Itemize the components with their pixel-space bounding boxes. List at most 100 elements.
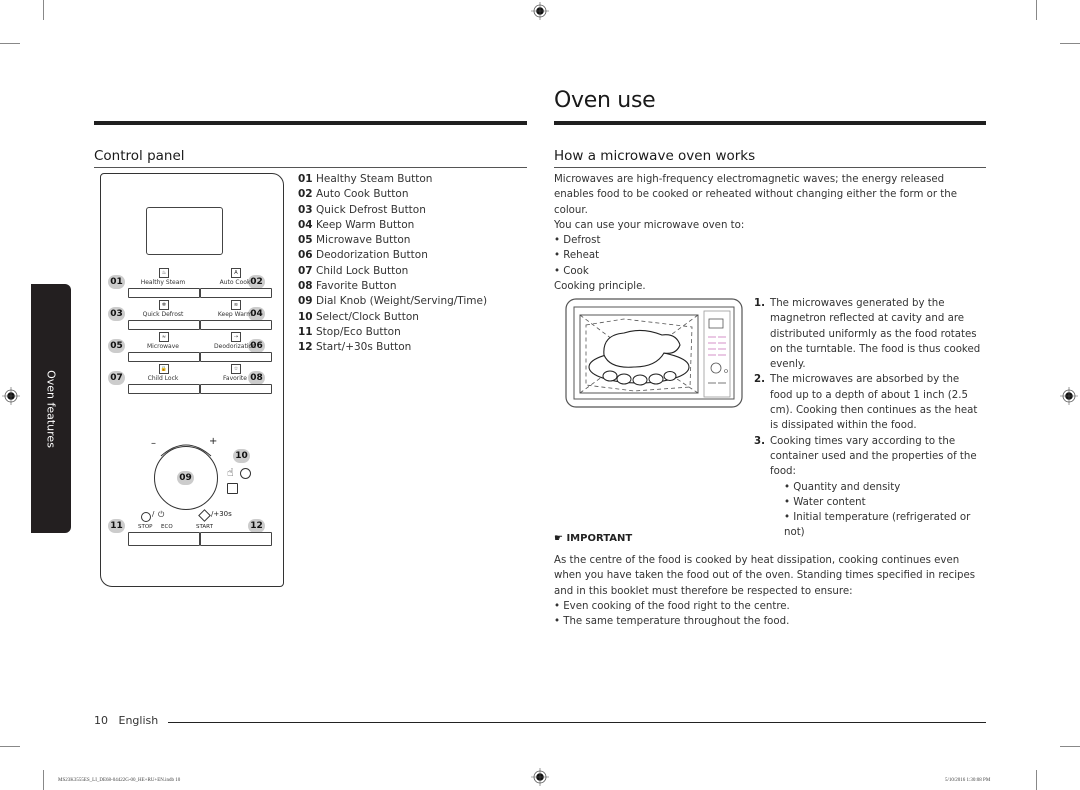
button-label: Healthy Steam <box>140 279 186 286</box>
start-icon <box>198 509 211 522</box>
legend-number: 09 <box>298 295 313 308</box>
microwave-illustration <box>565 298 743 408</box>
lock-icon: 🔒 <box>159 364 169 374</box>
legend-label: Child Lock Button <box>316 264 409 277</box>
important-bullet: • Even cooking of the food right to the … <box>554 600 790 612</box>
button-label: Keep Warm <box>217 311 253 318</box>
legend-number: 11 <box>298 325 313 338</box>
start-label: START <box>196 524 213 530</box>
factor-text: Water content <box>793 496 866 508</box>
legend-number: 01 <box>298 173 313 185</box>
factor-text: Initial temperature (refrigerated or not… <box>784 512 971 539</box>
chapter-tab[interactable]: Oven features <box>31 284 71 533</box>
legend-number: 03 <box>298 203 313 216</box>
select-button[interactable] <box>227 483 238 494</box>
legend-number: 04 <box>298 218 313 231</box>
auto-icon: A <box>231 268 241 278</box>
step-number: 3. <box>754 435 765 447</box>
legend-item: 04 Keep Warm Button <box>298 218 487 233</box>
crop-mark <box>1036 770 1037 790</box>
legend-number: 08 <box>298 280 313 293</box>
legend-number: 05 <box>298 234 313 247</box>
legend-label: Start/+30s Button <box>316 341 412 354</box>
step-item: 2. The microwaves are absorbed by the foo… <box>754 372 984 433</box>
important-bullet-text: The same temperature throughout the food… <box>563 616 790 628</box>
uses-text: Cook <box>563 265 589 277</box>
legend-item: 06 Deodorization Button <box>298 248 487 263</box>
step-text: Cooking times vary according to the cont… <box>770 435 977 478</box>
legend-item: 10 Select/Clock Button <box>298 310 487 325</box>
crop-mark <box>1036 0 1037 20</box>
clock-icon <box>240 468 251 479</box>
callout-10: 10 <box>233 449 250 463</box>
dial-knob[interactable]: 09 <box>154 446 218 510</box>
panel-button[interactable] <box>200 352 272 362</box>
dial-minus: – <box>151 438 156 449</box>
legend-label: Microwave Button <box>316 234 411 247</box>
callout-07: 07 <box>108 371 125 385</box>
registration-mark-icon <box>1060 387 1078 405</box>
page-footer: 10 English <box>94 714 158 727</box>
divider <box>168 722 986 724</box>
important-label: IMPORTANT <box>566 533 633 544</box>
page-number: 10 <box>94 714 108 727</box>
panel-button[interactable] <box>200 320 272 330</box>
legend-item: 09 Dial Knob (Weight/Serving/Time) <box>298 294 487 309</box>
callout-09: 09 <box>177 471 194 485</box>
stop-eco-button[interactable] <box>128 532 200 546</box>
microwave-icon: ≈ <box>159 332 169 342</box>
legend-label: Select/Clock Button <box>316 310 419 323</box>
step-item: 3. Cooking times vary according to the co… <box>754 434 984 480</box>
steam-icon: ♨ <box>159 268 169 278</box>
stop-label: STOP <box>138 524 153 530</box>
panel-button[interactable] <box>200 288 272 298</box>
stop-icon <box>141 512 151 522</box>
important-note: ☛ IMPORTANT <box>554 533 632 544</box>
print-timestamp: 5/10/2016 1:30:08 PM <box>945 778 991 783</box>
divider <box>554 167 986 168</box>
keep-warm-icon: ≋ <box>231 300 241 310</box>
uses-item: • Cook <box>554 265 589 277</box>
crop-mark <box>43 0 44 20</box>
section-heading-how-it-works: How a microwave oven works <box>554 148 756 164</box>
crop-mark <box>1060 43 1080 44</box>
display-screen <box>146 207 223 255</box>
defrost-icon: ❄ <box>159 300 169 310</box>
start-button[interactable] <box>200 532 272 546</box>
uses-item: • Defrost <box>554 235 601 247</box>
steps-list: 1. The microwaves generated by the magnet… <box>754 296 984 541</box>
legend-item: 05 Microwave Button <box>298 233 487 248</box>
legend-label: Quick Defrost Button <box>316 203 426 216</box>
legend-item: 02 Auto Cook Button <box>298 187 487 202</box>
panel-button[interactable] <box>128 320 200 330</box>
uses-intro: You can use your microwave oven to: <box>554 219 745 231</box>
divider <box>94 167 527 168</box>
button-label: Auto Cook <box>219 279 251 286</box>
legend-item: 03 Quick Defrost Button <box>298 203 487 218</box>
factor-text: Quantity and density <box>793 481 901 493</box>
registration-mark-icon <box>531 768 549 786</box>
legend-number: 10 <box>298 310 313 323</box>
legend-label: Keep Warm Button <box>316 218 415 231</box>
callout-05: 05 <box>108 339 125 353</box>
legend-label: Deodorization Button <box>316 249 428 262</box>
crop-mark <box>0 746 20 747</box>
intro-paragraph: Microwaves are high-frequency electromag… <box>554 174 957 216</box>
divider <box>94 121 527 125</box>
print-file-info: MS23K3555ES_LI_DE68-04422G-00_HE+RU+EN.i… <box>58 778 181 783</box>
uses-text: Reheat <box>563 250 600 262</box>
panel-button[interactable] <box>128 384 200 394</box>
button-label: Quick Defrost <box>142 311 184 318</box>
panel-button[interactable] <box>128 352 200 362</box>
factor-item: • Initial temperature (refrigerated or n… <box>784 512 971 539</box>
important-text: As the centre of the food is cooked by h… <box>554 555 976 597</box>
factor-item: • Water content <box>784 496 866 508</box>
important-bullet: • The same temperature throughout the fo… <box>554 616 790 628</box>
legend-number: 07 <box>298 264 313 277</box>
legend-number: 12 <box>298 341 313 354</box>
button-label: Child Lock <box>147 375 179 382</box>
principle-label: Cooking principle. <box>554 281 646 293</box>
eco-label: ECO <box>161 524 173 530</box>
panel-button[interactable] <box>200 384 272 394</box>
panel-button[interactable] <box>128 288 200 298</box>
